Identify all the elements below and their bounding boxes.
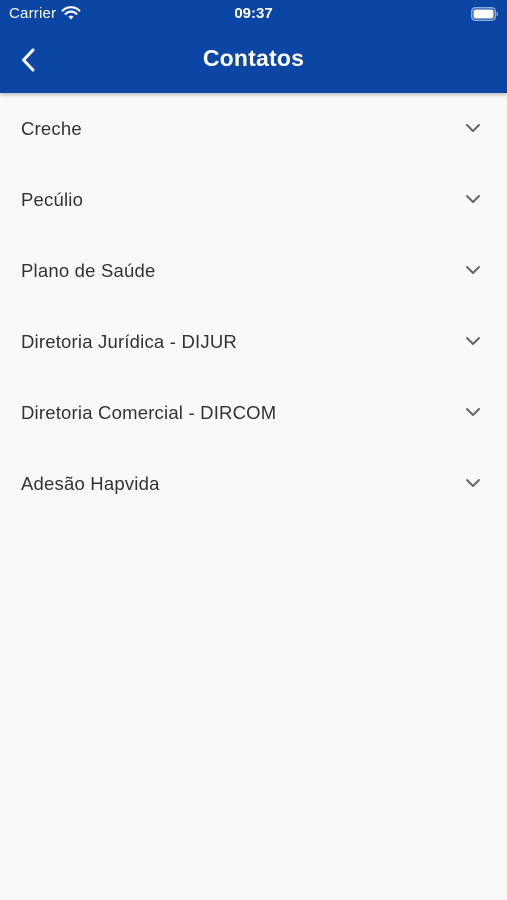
contact-item-label: Creche bbox=[21, 118, 82, 139]
app-header: Carrier 09:37 Contatos bbox=[0, 0, 507, 93]
contact-item-label: Diretoria Comercial - DIRCOM bbox=[21, 402, 277, 423]
chevron-down-icon bbox=[466, 479, 480, 487]
contact-item-adesao-hapvida[interactable]: Adesão Hapvida bbox=[0, 448, 507, 519]
contact-item-plano-de-saude[interactable]: Plano de Saúde bbox=[0, 235, 507, 306]
contact-item-dircom[interactable]: Diretoria Comercial - DIRCOM bbox=[0, 377, 507, 448]
contact-item-peculio[interactable]: Pecúlio bbox=[0, 164, 507, 235]
chevron-down-icon bbox=[466, 124, 480, 132]
contact-item-label: Pecúlio bbox=[21, 189, 84, 210]
chevron-down-icon bbox=[466, 337, 480, 345]
status-bar: Carrier 09:37 bbox=[0, 0, 507, 28]
contact-item-label: Adesão Hapvida bbox=[21, 473, 160, 494]
page-title: Contatos bbox=[202, 45, 305, 71]
chevron-down-icon bbox=[466, 408, 480, 416]
clock-label: 09:37 bbox=[234, 5, 273, 22]
contact-item-dijur[interactable]: Diretoria Jurídica - DIJUR bbox=[0, 306, 507, 377]
contacts-list: Creche Pecúlio Plano de Saúde Diretoria … bbox=[0, 93, 507, 519]
contact-item-label: Diretoria Jurídica - DIJUR bbox=[21, 331, 237, 352]
chevron-down-icon bbox=[466, 195, 480, 203]
contact-item-label: Plano de Saúde bbox=[21, 260, 156, 281]
battery-icon bbox=[471, 7, 499, 21]
chevron-down-icon bbox=[466, 266, 480, 274]
contact-item-creche[interactable]: Creche bbox=[0, 93, 507, 164]
